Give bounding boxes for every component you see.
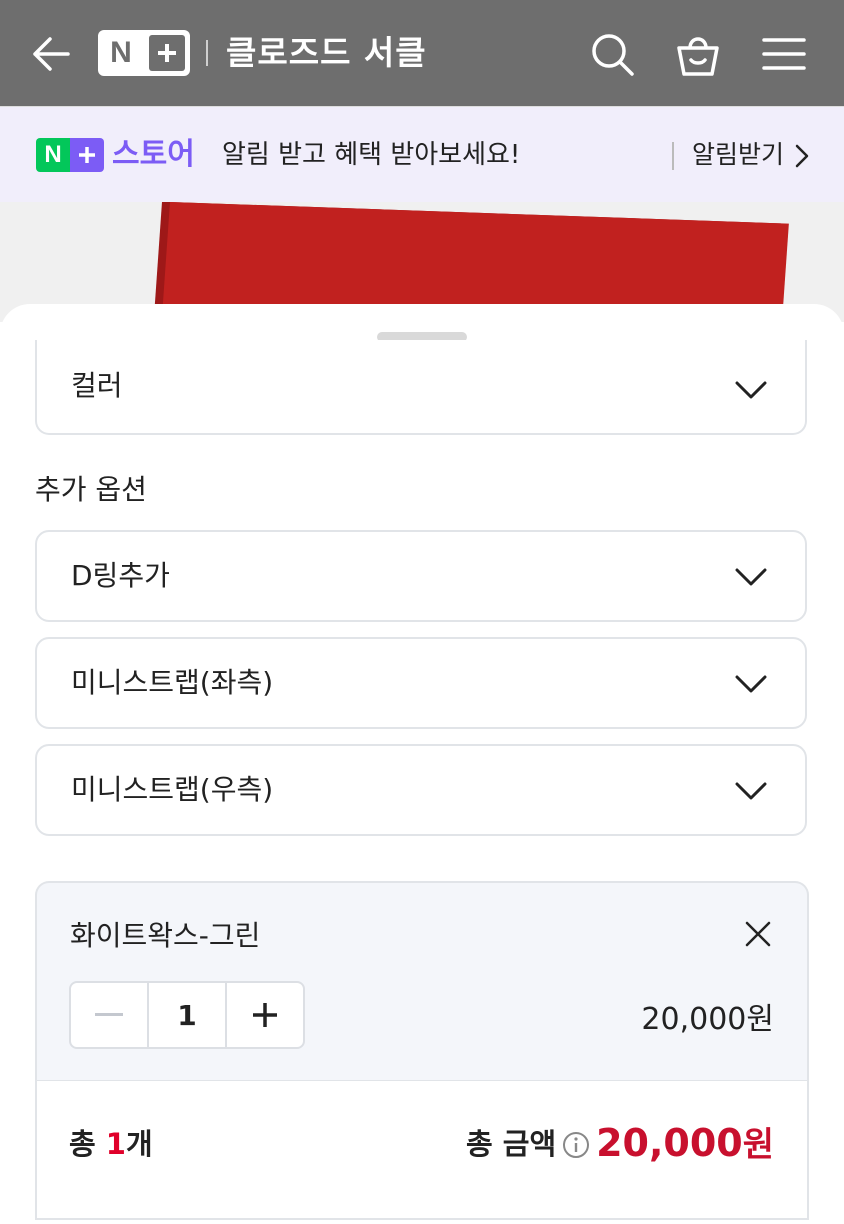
quantity-value[interactable]: 1	[147, 983, 227, 1047]
total-amount-value: 20,000	[596, 1121, 743, 1165]
naver-plus-store-logo: N	[36, 138, 104, 172]
additional-options-title: 추가 옵션	[35, 473, 147, 506]
plus-icon	[253, 1003, 277, 1027]
total-count-suffix: 개	[125, 1127, 153, 1161]
back-arrow-icon[interactable]	[30, 33, 72, 75]
quantity-stepper: 1	[69, 981, 305, 1049]
selected-option-name: 화이트왁스-그린	[70, 919, 261, 952]
chevron-down-icon	[735, 675, 767, 693]
chevron-down-icon	[735, 381, 767, 399]
total-count-number: 1	[105, 1127, 126, 1161]
total-count: 총 1개	[69, 1122, 153, 1166]
minus-icon	[95, 1013, 123, 1016]
chevron-right-icon[interactable]	[792, 142, 812, 170]
store-name[interactable]: 클로즈드 서클	[226, 30, 427, 76]
option-select-mini-strap-right[interactable]: 미니스트랩(우측)	[35, 744, 807, 836]
naver-plus-logo[interactable]: N	[98, 30, 190, 76]
select-label: D링추가	[71, 559, 170, 592]
option-select-mini-strap-left[interactable]: 미니스트랩(좌측)	[35, 637, 807, 729]
plus-icon	[149, 35, 185, 71]
plus-icon	[70, 138, 104, 172]
total-amount: 20,000원	[596, 1116, 774, 1172]
select-label: 미니스트랩(좌측)	[71, 666, 274, 699]
select-label: 미니스트랩(우측)	[71, 773, 274, 806]
header-divider	[206, 40, 208, 66]
select-label: 컬러	[71, 369, 123, 402]
logo-n: N	[36, 138, 70, 172]
option-select-d-ring[interactable]: D링추가	[35, 530, 807, 622]
total-count-prefix: 총	[69, 1127, 106, 1161]
color-select[interactable]: 컬러	[35, 340, 807, 435]
total-amount-unit: 원	[742, 1125, 774, 1165]
banner-divider	[672, 142, 674, 170]
shopping-bag-icon[interactable]	[674, 30, 722, 78]
item-price: 20,000원	[641, 1002, 774, 1037]
search-icon[interactable]	[588, 30, 636, 78]
total-amount-label: 총 금액	[466, 1127, 557, 1161]
logo-n: N	[110, 36, 132, 69]
top-nav-bar: N 클로즈드 서클	[0, 0, 844, 106]
banner-message: 알림 받고 혜택 받아보세요!	[222, 140, 521, 170]
increase-button[interactable]	[227, 983, 303, 1047]
info-icon[interactable]	[562, 1131, 590, 1159]
chevron-down-icon	[735, 568, 767, 586]
close-icon[interactable]	[742, 918, 774, 950]
notify-subscribe-link[interactable]: 알림받기	[692, 136, 784, 174]
chevron-down-icon	[735, 782, 767, 800]
store-label: 스토어	[112, 137, 195, 172]
decrease-button[interactable]	[71, 983, 147, 1047]
menu-icon[interactable]	[760, 30, 808, 78]
